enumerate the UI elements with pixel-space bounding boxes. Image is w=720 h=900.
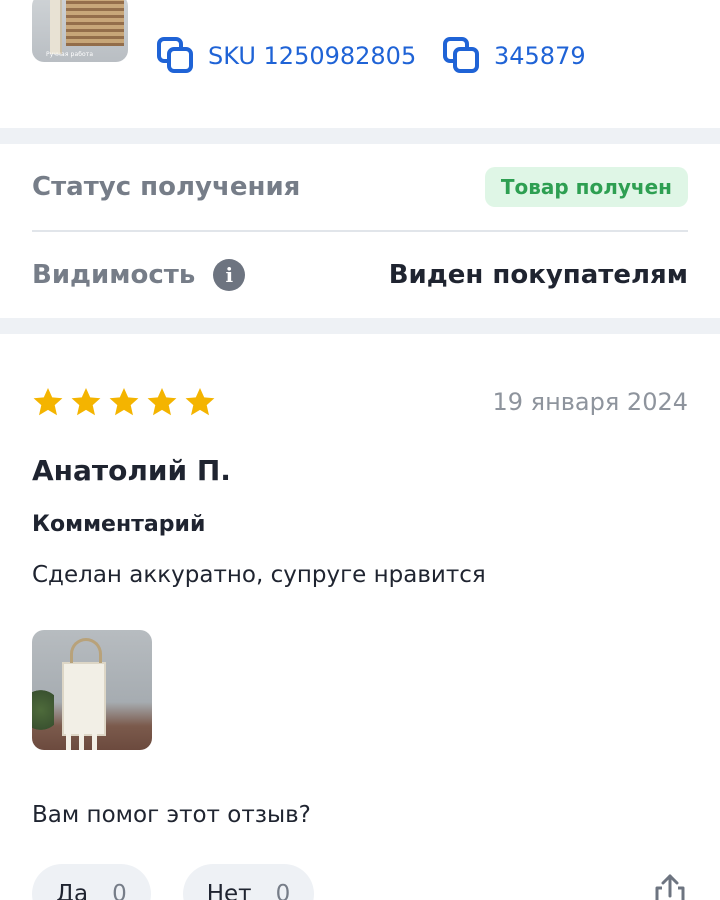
product-section: Ручная работа SKU 1250982805 345879 [0, 0, 720, 128]
thumbnail-post [50, 0, 60, 54]
visibility-label-group: Видимость i [32, 259, 246, 291]
receive-status-badge: Товар получен [484, 167, 688, 207]
review-page: Ручная работа SKU 1250982805 345879 Стат… [0, 0, 720, 900]
copy-sku-button[interactable]: SKU 1250982805 [156, 36, 416, 76]
vote-no-label: Нет [206, 881, 252, 900]
vote-no-count: 0 [275, 881, 291, 900]
section-divider [0, 318, 720, 334]
visibility-label: Видимость [32, 260, 196, 290]
visibility-row: Видимость i Виден покупателям [32, 232, 688, 318]
receive-status-label: Статус получения [32, 172, 301, 202]
vote-yes-button[interactable]: Да 0 [32, 864, 151, 900]
product-thumbnail[interactable]: Ручная работа [32, 0, 128, 62]
thumbnail-slats [66, 0, 124, 46]
copy-icon [442, 36, 482, 76]
status-section: Статус получения Товар получен Видимость… [0, 144, 720, 318]
article-number: 345879 [494, 42, 586, 70]
star-icon [109, 388, 139, 416]
receive-status-row: Статус получения Товар получен [32, 144, 688, 232]
review-author: Анатолий П. [32, 454, 231, 487]
share-icon[interactable] [650, 872, 690, 900]
star-icon [71, 388, 101, 416]
star-icon [185, 388, 215, 416]
photo-plant [32, 690, 54, 740]
photo-lantern [62, 638, 106, 736]
rating-stars [32, 386, 216, 418]
copy-article-button[interactable]: 345879 [442, 36, 586, 76]
review-date: 19 января 2024 [492, 388, 688, 416]
sku-label: SKU 1250982805 [208, 42, 417, 70]
copy-icon [156, 36, 196, 76]
visibility-value: Виден покупателям [388, 260, 688, 290]
star-icon [33, 388, 63, 416]
comment-text: Сделан аккуратно, супруге нравится [32, 562, 486, 588]
vote-yes-count: 0 [112, 881, 127, 900]
vote-no-button[interactable]: Нет 0 [182, 864, 315, 900]
vote-buttons: Да 0 Нет 0 [32, 864, 315, 900]
star-icon [147, 388, 177, 416]
review-photo[interactable] [32, 630, 152, 750]
photo-lantern-legs [66, 730, 98, 750]
vote-yes-label: Да [56, 881, 89, 900]
review-card: 19 января 2024 Анатолий П. Комментарий С… [0, 334, 720, 900]
thumbnail-caption: Ручная работа [46, 51, 94, 58]
info-icon[interactable]: i [213, 259, 246, 291]
helpful-question: Вам помог этот отзыв? [32, 802, 311, 828]
comment-heading: Комментарий [32, 512, 206, 537]
section-divider [0, 128, 720, 144]
